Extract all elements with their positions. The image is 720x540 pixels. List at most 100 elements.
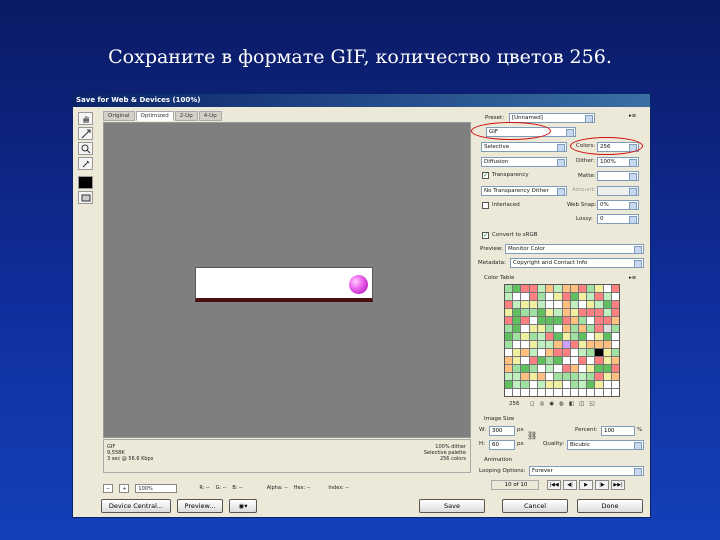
color-swatch[interactable] <box>546 373 554 380</box>
color-swatch[interactable] <box>570 357 578 364</box>
color-swatch[interactable] <box>513 317 521 324</box>
color-swatch[interactable] <box>513 357 521 364</box>
color-swatch[interactable] <box>595 341 603 348</box>
color-swatch[interactable] <box>546 317 554 324</box>
color-swatch[interactable] <box>611 373 619 380</box>
color-swatch[interactable] <box>603 389 611 396</box>
zoom-in-button[interactable]: + <box>119 483 130 493</box>
color-swatch[interactable] <box>570 389 578 396</box>
lossy-field[interactable]: 0 <box>597 214 639 224</box>
color-swatch[interactable] <box>513 365 521 372</box>
first-frame-icon[interactable]: |◀◀ <box>547 480 561 490</box>
color-swatch[interactable] <box>595 317 603 324</box>
color-swatch[interactable] <box>611 317 619 324</box>
color-swatch[interactable] <box>578 293 587 300</box>
color-swatch[interactable] <box>603 317 611 324</box>
color-swatch[interactable] <box>546 293 554 300</box>
last-frame-icon[interactable]: ▶▶| <box>611 480 625 490</box>
color-swatch[interactable] <box>570 301 578 308</box>
metadata-select[interactable]: Copyright and Contact Info <box>510 258 644 268</box>
color-swatch[interactable] <box>521 301 529 308</box>
color-swatch[interactable] <box>521 309 529 316</box>
color-swatch[interactable] <box>554 309 562 316</box>
color-swatch[interactable] <box>505 381 513 388</box>
color-swatch[interactable] <box>578 325 587 332</box>
color-swatch[interactable] <box>529 373 537 380</box>
tab-optimized[interactable]: Optimized <box>135 111 174 121</box>
color-swatch[interactable] <box>546 309 554 316</box>
interlaced-checkbox[interactable] <box>482 202 489 209</box>
color-swatch[interactable] <box>595 349 603 356</box>
color-reduction-select[interactable]: Selective <box>481 142 567 152</box>
matte-select[interactable] <box>597 171 639 181</box>
transparency-dither-select[interactable]: No Transparency Dither <box>481 186 567 196</box>
color-swatch[interactable] <box>529 365 537 372</box>
height-field[interactable]: 60 <box>489 440 515 450</box>
color-swatch[interactable] <box>603 285 611 292</box>
color-swatch[interactable] <box>562 293 570 300</box>
color-swatch[interactable] <box>562 381 570 388</box>
color-swatch[interactable] <box>554 365 562 372</box>
dither-algorithm-select[interactable]: Diffusion <box>481 157 567 167</box>
color-swatch[interactable] <box>595 325 603 332</box>
color-swatch[interactable] <box>513 301 521 308</box>
color-swatch[interactable] <box>554 325 562 332</box>
color-swatch[interactable] <box>546 341 554 348</box>
color-swatch[interactable] <box>537 325 546 332</box>
eyedropper-tool-icon[interactable] <box>78 157 93 170</box>
color-swatch[interactable] <box>587 301 595 308</box>
color-swatch[interactable] <box>603 341 611 348</box>
color-table-tool-icons[interactable]: ◻◎◉◍◧◫◱ <box>530 400 600 409</box>
color-swatch[interactable] <box>570 325 578 332</box>
color-swatch[interactable] <box>587 341 595 348</box>
color-swatch[interactable] <box>595 389 603 396</box>
color-swatch[interactable] <box>611 341 619 348</box>
color-swatch[interactable] <box>521 365 529 372</box>
panel-menu-icon[interactable]: ▸≡ <box>629 112 636 121</box>
color-swatch[interactable] <box>505 325 513 332</box>
color-swatch[interactable] <box>603 381 611 388</box>
color-swatch[interactable] <box>554 357 562 364</box>
previous-frame-icon[interactable]: ◀| <box>563 480 577 490</box>
color-swatch[interactable] <box>570 293 578 300</box>
color-swatch[interactable] <box>570 309 578 316</box>
color-swatch[interactable] <box>603 365 611 372</box>
color-swatch[interactable] <box>578 365 587 372</box>
color-swatch[interactable] <box>554 285 562 292</box>
color-swatch[interactable] <box>570 365 578 372</box>
color-swatch[interactable] <box>595 357 603 364</box>
zoom-out-button[interactable]: − <box>103 483 114 493</box>
zoom-tool-icon[interactable] <box>78 142 93 155</box>
color-swatch[interactable] <box>546 349 554 356</box>
color-swatch[interactable] <box>595 333 603 340</box>
color-swatch[interactable] <box>537 365 546 372</box>
color-swatch[interactable] <box>570 285 578 292</box>
color-swatch[interactable] <box>529 341 537 348</box>
percent-field[interactable]: 100 <box>601 426 635 436</box>
color-swatch[interactable] <box>537 301 546 308</box>
color-swatch[interactable] <box>505 349 513 356</box>
color-swatch[interactable] <box>521 349 529 356</box>
web-snap-field[interactable]: 0% <box>597 200 639 210</box>
color-swatch[interactable] <box>562 309 570 316</box>
color-table-menu-icon[interactable]: ▸≡ <box>629 274 636 283</box>
eyedropper-color-swatch[interactable] <box>78 176 93 189</box>
color-swatch[interactable] <box>578 389 587 396</box>
color-swatch[interactable] <box>578 341 587 348</box>
color-swatch[interactable] <box>537 349 546 356</box>
color-swatch[interactable] <box>570 317 578 324</box>
zoom-level-select[interactable]: 100% <box>135 483 178 493</box>
color-swatch[interactable] <box>578 373 587 380</box>
color-swatch[interactable] <box>587 293 595 300</box>
color-swatch[interactable] <box>611 349 619 356</box>
color-swatch[interactable] <box>603 301 611 308</box>
browser-icon[interactable]: ◉▾ <box>229 499 257 513</box>
color-swatch[interactable] <box>554 293 562 300</box>
preview-mode-select[interactable]: Monitor Color <box>505 244 644 254</box>
color-swatch[interactable] <box>611 357 619 364</box>
color-swatch[interactable] <box>529 317 537 324</box>
color-swatch[interactable] <box>562 317 570 324</box>
color-swatch[interactable] <box>537 389 546 396</box>
color-swatch[interactable] <box>546 357 554 364</box>
color-swatch[interactable] <box>578 333 587 340</box>
